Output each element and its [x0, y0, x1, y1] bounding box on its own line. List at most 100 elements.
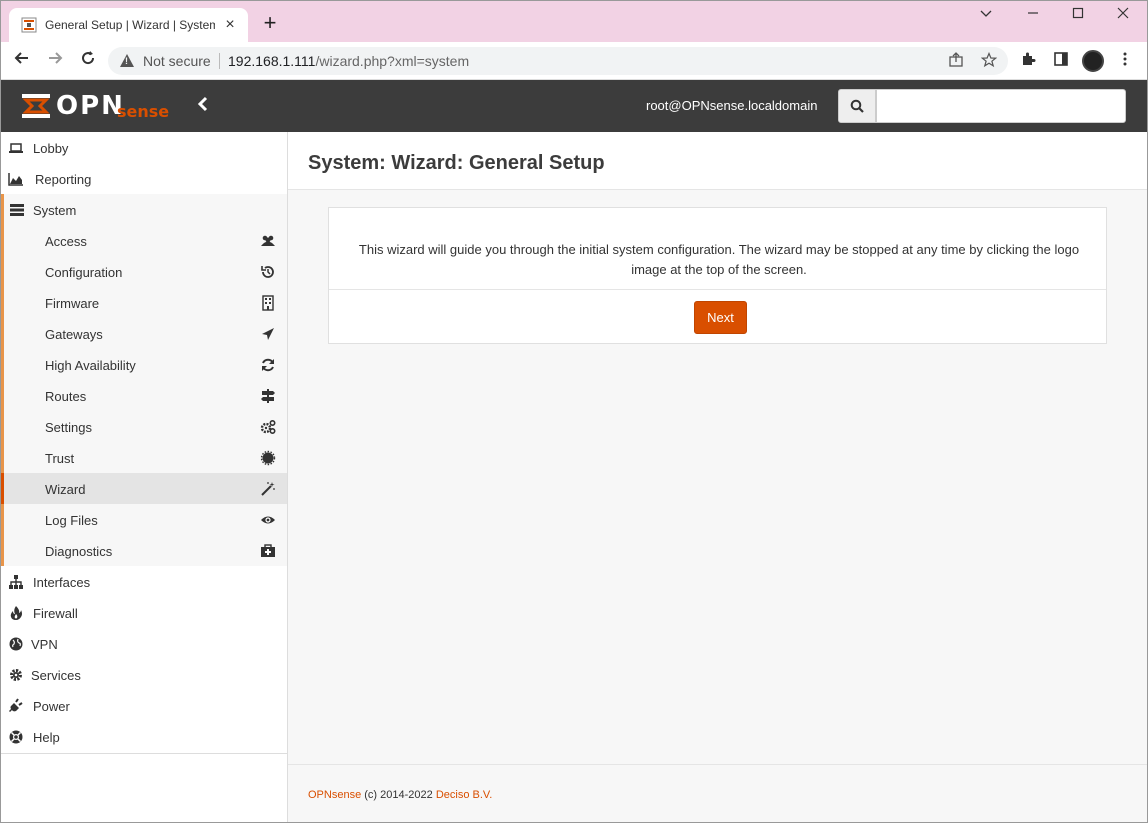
- new-tab-button[interactable]: +: [258, 12, 282, 36]
- certificate-icon: [260, 450, 276, 466]
- sidebar-item-log-files[interactable]: Log Files: [4, 504, 287, 535]
- globe-icon: [9, 637, 23, 651]
- sidebar-item-label: Access: [45, 234, 87, 249]
- opnsense-logo[interactable]: OPN sense: [20, 90, 180, 122]
- share-icon[interactable]: [947, 52, 965, 70]
- main-content: System: Wizard: General Setup This wizar…: [288, 132, 1148, 822]
- cogs-icon: [260, 419, 276, 435]
- sidebar-item-access[interactable]: Access: [4, 225, 287, 256]
- minimize-icon[interactable]: [971, 5, 1001, 25]
- back-arrow-icon[interactable]: [10, 49, 34, 73]
- sidebar-item-configuration[interactable]: Configuration: [4, 256, 287, 287]
- map-signs-icon: [261, 389, 275, 403]
- app-header: OPN sense root@OPNsense.localdomain: [0, 80, 1148, 132]
- server-icon: [10, 204, 24, 216]
- footer-text: OPNsense (c) 2014-2022 Deciso B.V.: [308, 789, 492, 801]
- sidebar-collapse-icon[interactable]: [196, 94, 214, 118]
- area-chart-icon: [8, 173, 23, 186]
- fire-icon: [10, 606, 22, 620]
- wizard-intro-line-1: This wizard will guide you through the i…: [358, 242, 1080, 257]
- sidebar-item-settings[interactable]: Settings: [4, 411, 287, 442]
- sidebar-item-routes[interactable]: Routes: [4, 380, 287, 411]
- magic-icon: [261, 482, 275, 496]
- browser-toolbar: Not secure 192.168.1.111/wizard.php?xml=…: [0, 42, 1148, 80]
- users-icon: [261, 235, 275, 246]
- address-bar[interactable]: Not secure 192.168.1.111/wizard.php?xml=…: [108, 47, 1008, 75]
- more-menu-icon[interactable]: [1115, 51, 1135, 71]
- sidebar-item-label: Lobby: [33, 141, 69, 156]
- sidebar-divider: [0, 753, 287, 754]
- tab-close-icon[interactable]: ×: [220, 15, 240, 35]
- sidebar-item-label: Firmware: [45, 296, 100, 311]
- sidebar-item-help[interactable]: Help: [0, 721, 287, 752]
- system-submenu: Access Configuration Firmware Gateways H…: [0, 225, 287, 566]
- sidebar-item-label: Log Files: [45, 513, 98, 528]
- sidebar-item-vpn[interactable]: VPN: [0, 628, 287, 659]
- sidebar-item-diagnostics[interactable]: Diagnostics: [4, 535, 287, 566]
- cog-icon: [10, 669, 22, 681]
- sidebar-item-gateways[interactable]: Gateways: [4, 318, 287, 349]
- page-footer: OPNsense (c) 2014-2022 Deciso B.V.: [288, 764, 1148, 822]
- browser-tab[interactable]: General Setup | Wizard | System | ×: [9, 8, 248, 42]
- sidebar-item-label: Firewall: [33, 606, 78, 621]
- forward-arrow-icon[interactable]: [43, 49, 67, 73]
- sidebar-item-system[interactable]: System: [0, 194, 287, 225]
- reload-icon[interactable]: [76, 49, 100, 73]
- sidebar-item-label: Configuration: [45, 265, 123, 280]
- sidebar-item-firewall[interactable]: Firewall: [0, 597, 287, 628]
- history-icon: [261, 266, 274, 278]
- sidebar-item-lobby[interactable]: Lobby: [0, 132, 287, 163]
- sidebar-item-firmware[interactable]: Firmware: [4, 287, 287, 318]
- sidebar-item-label: Interfaces: [33, 575, 91, 590]
- logo-text: OPN: [56, 91, 125, 121]
- sidebar-item-label: Wizard: [45, 482, 86, 497]
- bookmark-star-icon[interactable]: [980, 51, 998, 70]
- sidebar-item-label: Routes: [45, 389, 87, 404]
- tab-title: General Setup | Wizard | System |: [45, 18, 215, 32]
- sidebar-item-label: Services: [31, 668, 81, 683]
- footer-brand-link[interactable]: OPNsense: [308, 789, 361, 801]
- sidebar: Lobby Reporting System Access Configurat…: [0, 132, 288, 822]
- building-icon: [262, 295, 274, 311]
- search-button[interactable]: [838, 89, 876, 123]
- sidebar-item-reporting[interactable]: Reporting: [0, 163, 287, 194]
- url-path: /wizard.php?xml=system: [315, 53, 470, 69]
- opnsense-favicon-icon: [21, 17, 37, 33]
- profile-avatar[interactable]: [1082, 50, 1104, 72]
- plug-icon: [9, 698, 23, 712]
- current-user[interactable]: root@OPNsense.localdomain: [646, 98, 817, 113]
- url-host: 192.168.1.111: [228, 53, 316, 69]
- page-title: System: Wizard: General Setup: [308, 152, 605, 174]
- search-icon: [850, 99, 864, 113]
- sidebar-item-label: Gateways: [45, 327, 103, 342]
- wizard-intro-line-2: image at the top of the screen.: [631, 262, 807, 277]
- life-ring-icon: [9, 730, 23, 744]
- not-secure-label: Not secure: [143, 53, 211, 69]
- maximize-window-icon[interactable]: [1063, 5, 1093, 25]
- sidebar-item-interfaces[interactable]: Interfaces: [0, 566, 287, 597]
- sidebar-item-trust[interactable]: Trust: [4, 442, 287, 473]
- address-separator: [219, 53, 220, 69]
- side-panel-icon[interactable]: [1051, 51, 1071, 71]
- location-arrow-icon: [262, 328, 274, 340]
- sidebar-item-label: VPN: [31, 637, 58, 652]
- next-button[interactable]: Next: [694, 301, 747, 334]
- wizard-intro-text: This wizard will guide you through the i…: [349, 240, 1089, 280]
- close-window-icon[interactable]: [1108, 5, 1138, 25]
- sidebar-item-services[interactable]: Services: [0, 659, 287, 690]
- footer-copyright: (c) 2014-2022: [361, 789, 436, 801]
- url-text[interactable]: 192.168.1.111/wizard.php?xml=system: [228, 53, 469, 69]
- extensions-puzzle-icon[interactable]: [1018, 51, 1038, 71]
- eye-icon: [261, 516, 275, 524]
- sitemap-icon: [9, 575, 23, 589]
- sidebar-item-label: Settings: [45, 420, 92, 435]
- sidebar-item-label: Help: [33, 730, 60, 745]
- sidebar-item-high-availability[interactable]: High Availability: [4, 349, 287, 380]
- sidebar-item-power[interactable]: Power: [0, 690, 287, 721]
- minimize-window-icon[interactable]: [1018, 5, 1048, 25]
- search-input[interactable]: [876, 89, 1126, 123]
- sidebar-item-wizard[interactable]: Wizard: [0, 473, 287, 504]
- footer-company-link[interactable]: Deciso B.V.: [436, 789, 492, 801]
- medkit-icon: [261, 544, 275, 557]
- panel-divider: [329, 289, 1106, 290]
